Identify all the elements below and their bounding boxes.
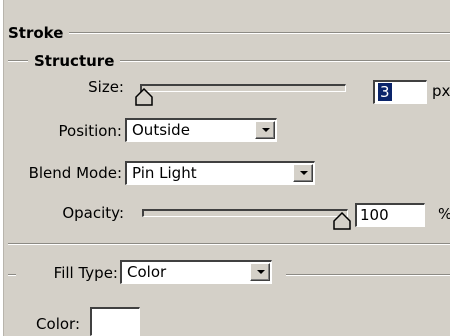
opacity-value: 100 xyxy=(360,206,389,224)
opacity-label: Opacity: xyxy=(62,204,124,222)
fill-type-label: Fill Type: xyxy=(53,264,118,282)
size-slider[interactable] xyxy=(140,84,346,92)
chevron-down-icon xyxy=(262,128,270,132)
opacity-unit: % xyxy=(438,203,450,225)
section-separator xyxy=(8,243,450,245)
opacity-slider[interactable] xyxy=(142,209,348,217)
position-selected: Outside xyxy=(132,121,190,139)
size-value: 3 xyxy=(377,82,393,102)
position-dropdown-button[interactable] xyxy=(255,121,275,139)
blend-mode-selected: Pin Light xyxy=(132,164,197,182)
structure-group-title: Structure xyxy=(28,50,121,72)
stroke-group-rule xyxy=(8,32,450,34)
size-input[interactable]: 3 xyxy=(373,80,427,104)
size-label: Size: xyxy=(88,78,124,96)
fill-type-select[interactable]: Color xyxy=(120,260,272,284)
chevron-down-icon xyxy=(300,171,308,175)
fill-type-dropdown-button[interactable] xyxy=(250,263,270,281)
blend-mode-label: Blend Mode: xyxy=(28,164,122,182)
chevron-down-icon xyxy=(257,270,265,274)
slider-thumb-icon[interactable] xyxy=(333,212,352,230)
opacity-input[interactable]: 100 xyxy=(355,203,425,227)
fill-type-selected: Color xyxy=(127,263,167,281)
blend-mode-select[interactable]: Pin Light xyxy=(125,161,315,185)
stroke-group-title: Stroke xyxy=(8,22,70,44)
slider-thumb-icon[interactable] xyxy=(135,88,154,106)
blend-mode-dropdown-button[interactable] xyxy=(293,164,313,182)
position-select[interactable]: Outside xyxy=(125,118,277,142)
position-label: Position: xyxy=(58,122,122,140)
color-label: Color: xyxy=(36,315,80,333)
color-swatch[interactable] xyxy=(90,307,140,336)
size-unit: px xyxy=(432,82,450,100)
